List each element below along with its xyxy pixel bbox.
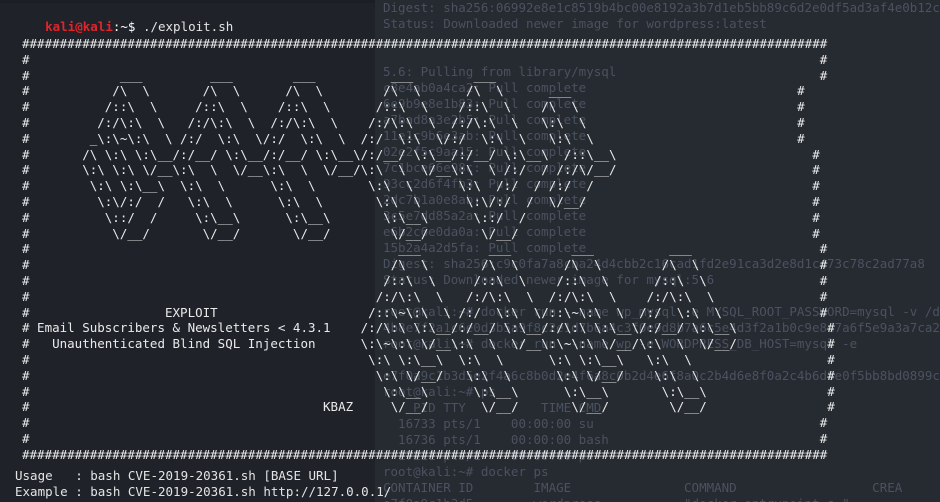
banner-line: # # [22, 415, 828, 431]
usage-text: Usage : bash CVE-2019-20361.sh [BASE URL… [15, 468, 391, 500]
banner-line: ########################################… [22, 446, 828, 462]
banner-line: # \:\/:/ / \:\ \ \:\ \ \:\ \ \:\/:/ / \/… [22, 193, 820, 209]
banner-line: # \:\ \:\ \/__\:\ \ \/__\:\ \ \/__/\:\ \… [22, 162, 820, 178]
banner-line: # ___ ___ ___ ___ ___ # [22, 67, 828, 83]
banner-line: # _\:\~\:\ \ /:/ \:\ \/:/ \:\ \ /:/ \:\ … [22, 130, 805, 146]
banner-line: # \:\ \:\__\ \:\ \ \:\ \:\__\ \:\ \ # [22, 351, 835, 367]
exploit-banner: ########################################… [22, 36, 835, 463]
banner-line: ########################################… [22, 36, 828, 51]
banner-line: # \:\ \/__/ \:\ \ \:\ \/__/ \:\ \ # [22, 367, 835, 383]
usage-line: Usage : bash CVE-2019-20361.sh [BASE URL… [15, 468, 339, 483]
command-text: ./exploit.sh [135, 19, 234, 34]
banner-line: # \::/ / \:\__\ \:\__\ \:\__\ \::/ / # [22, 209, 820, 225]
example-line: Example : bash CVE-2019-20361.sh http://… [15, 484, 392, 499]
banner-line: # KBAZ \/__/ \/__/ \/__/ \/__/ # [22, 399, 835, 415]
banner-line: # Unauthenticated Blind SQL Injection \:… [22, 336, 835, 352]
banner-line: # \/__/ \/__/ \/__/ \/__/ \/__/ # [22, 225, 820, 241]
command-line: kali@kali:~$ ./exploit.sh [15, 3, 233, 34]
banner-line: # Email Subscribers & Newsletters < 4.3.… [22, 320, 835, 336]
banner-line: # \:\__\ \:\__\ \:\__\ \:\__\ # [22, 383, 835, 399]
banner-line: # # [22, 51, 828, 67]
terminal-window[interactable]: kali@kali:~$ ./exploit.sh ##############… [0, 0, 940, 502]
banner-line: # /:/\:\ \ /:/\:\ \ /:/\:\ \ /:/\:\ \ /:… [22, 114, 805, 130]
banner-line: # /\ \:\ \:\__/:/__/ \:\__/:/__/ \:\__\/… [22, 146, 820, 162]
banner-line: # /:/\:\ \ /:/\:\ \ /:/\:\ \ /:/\:\ \ # [22, 288, 828, 304]
banner-line: # \:\ \:\__\ \:\ \ \:\ \ \:\ \ \:\ /:/ /… [22, 178, 820, 194]
banner-line: # EXPLOIT /::\~\:\ \ /:/ \:\ \/::\~\:\ \… [22, 304, 828, 320]
prompt-user: kali@kali [45, 19, 113, 34]
banner-line: # /\ \ /\ \ /\ \ /\ \ /\ \ ___ # [22, 83, 805, 99]
banner-line: # # [22, 430, 828, 446]
banner-line: # /\ \ /\ \ /\ \ /\ \ # [22, 257, 828, 273]
banner-line: # /::\ \ /::\ \ /::\ \ /::\ \ # [22, 272, 828, 288]
banner-line: # /::\ \ /::\ \ /::\ \ /::\ \ /::\ \ /\ … [22, 99, 805, 115]
banner-line: # ___ ___ ___ ___ # [22, 241, 828, 257]
prompt-path: :~$ [112, 19, 136, 34]
